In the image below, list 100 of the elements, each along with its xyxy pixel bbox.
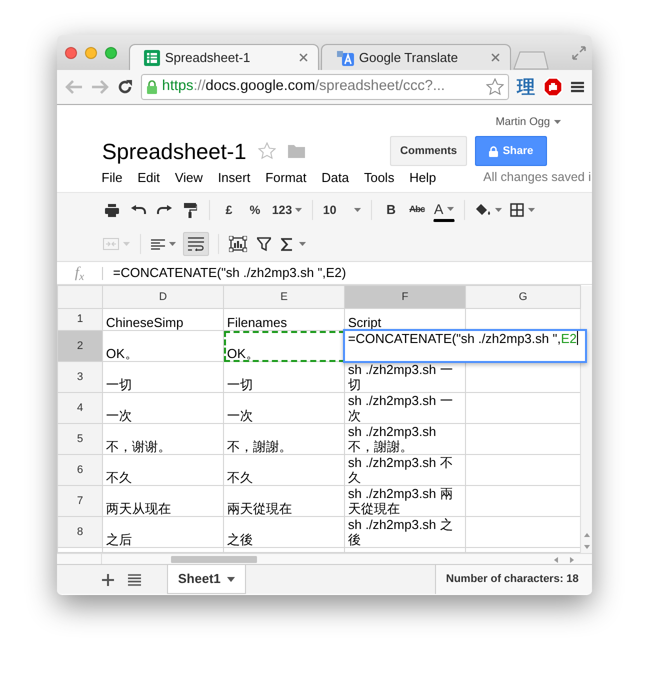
table-cell[interactable]: 不，谢谢。 <box>102 424 224 454</box>
row-header[interactable]: 7 <box>58 486 102 516</box>
scroll-left-icon[interactable] <box>554 556 558 562</box>
url-text[interactable]: https://docs.google.com/spreadsheet/ccc?... <box>162 76 482 98</box>
browser-tab[interactable]: Google Translate <box>321 44 511 70</box>
caret-icon <box>226 576 235 582</box>
caret-icon <box>354 208 362 212</box>
table-cell[interactable]: OK。 <box>102 330 224 362</box>
sheet-tab[interactable]: Sheet1 <box>167 565 246 594</box>
table-cell[interactable]: sh ./zh2mp3.sh 之後 <box>344 516 466 548</box>
status-text: Number of characters: 18 <box>435 565 592 594</box>
row-header[interactable]: 6 <box>58 454 102 486</box>
row-header[interactable]: 2 <box>58 330 102 362</box>
menu-item[interactable]: Insert <box>210 168 258 187</box>
borders-icon[interactable] <box>510 203 524 217</box>
print-icon[interactable] <box>105 204 119 216</box>
column-header[interactable]: E <box>224 286 344 308</box>
tab-title: Spreadsheet-1 <box>165 48 252 67</box>
row-header[interactable]: 4 <box>58 392 102 424</box>
scroll-right-icon[interactable] <box>570 556 574 562</box>
row-header[interactable]: 8 <box>58 516 102 548</box>
user-name[interactable]: Martin Ogg <box>496 114 550 130</box>
translate-icon <box>336 50 354 66</box>
caret-icon <box>169 242 176 246</box>
window-control-button[interactable] <box>105 46 117 58</box>
tab-title: Google Translate <box>359 48 460 67</box>
sigma-icon[interactable] <box>281 238 293 250</box>
table-cell[interactable]: 一切 <box>224 362 344 392</box>
bold-button[interactable]: B <box>381 198 402 222</box>
column-header[interactable]: F <box>344 286 466 308</box>
menu-item[interactable]: Edit <box>130 168 168 187</box>
scroll-down-icon[interactable] <box>584 544 590 548</box>
menu-item[interactable]: Format <box>258 168 314 187</box>
menu-item[interactable]: Help <box>402 168 444 187</box>
caret-icon <box>554 120 561 124</box>
stop-hand-icon[interactable] <box>543 77 563 97</box>
text-wrap-icon[interactable] <box>188 237 204 251</box>
table-cell[interactable]: sh ./zh2mp3.sh 不，謝謝。 <box>344 424 466 454</box>
undo-icon[interactable] <box>130 205 146 215</box>
table-cell[interactable]: OK。 <box>224 330 344 362</box>
scroll-up-icon[interactable] <box>584 532 590 536</box>
menu-item[interactable]: Tools <box>356 168 402 187</box>
menu-icon[interactable] <box>571 81 584 93</box>
row-header[interactable]: 1 <box>58 308 102 330</box>
table-cell[interactable]: 两天从现在 <box>102 486 224 516</box>
menu-item[interactable]: View <box>167 168 210 187</box>
table-cell[interactable]: 不久 <box>224 454 344 486</box>
add-icon[interactable] <box>102 574 114 586</box>
scrollbar-thumb[interactable] <box>171 556 257 563</box>
table-cell[interactable]: 之后 <box>102 516 224 548</box>
star-icon[interactable] <box>486 78 504 96</box>
currency-button[interactable]: £ <box>219 198 239 222</box>
list-icon[interactable] <box>128 574 141 586</box>
caret-icon <box>447 207 454 211</box>
caret-icon <box>299 242 306 246</box>
table-cell[interactable]: 一次 <box>224 392 344 424</box>
lock-icon <box>146 79 158 95</box>
star-icon[interactable] <box>258 142 276 160</box>
reload-icon[interactable] <box>117 79 133 95</box>
column-header[interactable]: D <box>102 286 224 308</box>
browser-tab[interactable]: Spreadsheet-1 <box>129 44 319 70</box>
formula-input[interactable]: =CONCATENATE("sh ./zh2mp3.sh ",E2) <box>113 263 346 283</box>
extension-icon[interactable]: 理 <box>517 74 535 100</box>
save-status: All changes saved i <box>483 168 591 186</box>
percent-button[interactable]: % <box>245 198 265 222</box>
lock-icon <box>488 146 498 156</box>
table-cell[interactable]: 不久 <box>102 454 224 486</box>
close-icon[interactable] <box>491 53 500 62</box>
font-size-dropdown[interactable]: 10 <box>322 198 362 222</box>
document-title[interactable]: Spreadsheet-1 <box>102 134 246 168</box>
text-color-button[interactable]: A <box>433 198 456 222</box>
align-left-icon[interactable] <box>151 238 165 250</box>
row-header[interactable]: 3 <box>58 362 102 392</box>
menu-item[interactable]: Data <box>314 168 356 187</box>
paint-bucket-icon[interactable] <box>475 203 492 217</box>
filter-icon[interactable] <box>257 237 271 251</box>
table-cell[interactable]: 不，謝謝。 <box>224 424 344 454</box>
column-header[interactable]: G <box>466 286 580 308</box>
cell-editor[interactable]: =CONCATENATE("sh ./zh2mp3.sh ",E2 <box>343 329 587 363</box>
table-cell[interactable]: Filenames <box>224 308 344 330</box>
number-format-dropdown[interactable]: 123 <box>271 198 304 222</box>
caret-icon <box>123 242 130 246</box>
close-icon[interactable] <box>299 53 308 62</box>
table-cell[interactable]: 一切 <box>102 362 224 392</box>
paint-roller-icon[interactable] <box>184 202 196 218</box>
row-header[interactable]: 5 <box>58 424 102 454</box>
table-cell[interactable]: ChineseSimp <box>102 308 224 330</box>
table-cell[interactable]: 一次 <box>102 392 224 424</box>
table-cell[interactable]: 兩天從現在 <box>224 486 344 516</box>
strikethrough-button[interactable]: Abc <box>407 198 428 222</box>
caret-icon <box>495 208 502 212</box>
menu-item[interactable]: File <box>94 168 130 187</box>
table-cell[interactable]: 之後 <box>224 516 344 548</box>
window-control-button[interactable] <box>65 46 77 58</box>
redo-icon[interactable] <box>156 205 172 215</box>
fullscreen-icon[interactable] <box>572 46 586 60</box>
comments-button[interactable]: Comments <box>390 136 467 166</box>
address-bar[interactable]: https://docs.google.com/spreadsheet/ccc?... <box>141 74 509 100</box>
spreadsheet-icon <box>144 50 160 66</box>
chart-icon[interactable] <box>229 236 247 252</box>
